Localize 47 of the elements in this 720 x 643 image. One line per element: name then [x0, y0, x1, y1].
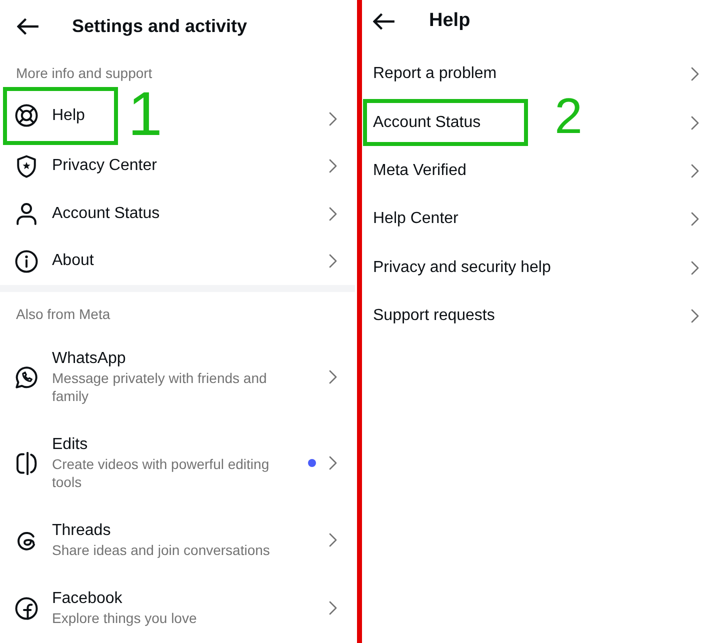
- menu-label[interactable]: Privacy and security help: [373, 258, 551, 278]
- section-heading: More info and support: [15, 64, 154, 83]
- menu-label[interactable]: Threads: [52, 521, 270, 541]
- shield-star-icon: [15, 154, 38, 178]
- menu-label[interactable]: Meta Verified: [373, 160, 466, 181]
- chevron-right-icon: [329, 254, 337, 268]
- back-arrow-icon[interactable]: [373, 12, 395, 30]
- menu-label[interactable]: Account Status: [373, 112, 481, 133]
- back-arrow-icon[interactable]: [17, 18, 39, 34]
- phone-bubble-icon: [15, 366, 38, 388]
- callout-number: 1: [128, 84, 162, 146]
- chevron-right-icon: [691, 116, 699, 130]
- menu-description: Explore things you love: [52, 609, 197, 627]
- chevron-right-icon: [329, 206, 337, 221]
- chevron-right-icon: [691, 212, 699, 226]
- menu-label[interactable]: Edits: [52, 435, 292, 455]
- menu-description: Share ideas and join conversations: [52, 541, 270, 559]
- page-title: Settings and activity: [72, 15, 248, 38]
- menu-description: Message privately with friends and family: [52, 369, 268, 405]
- info-icon: [15, 250, 38, 273]
- chevron-right-icon: [691, 309, 699, 324]
- chevron-right-icon: [329, 112, 337, 126]
- chevron-right-icon: [691, 164, 699, 178]
- menu-label[interactable]: About: [52, 251, 94, 272]
- menu-label[interactable]: Report a problem: [373, 64, 497, 84]
- section-heading: Also from Meta: [15, 305, 112, 324]
- split-frame-icon: [15, 452, 38, 474]
- person-icon: [15, 202, 38, 226]
- menu-label[interactable]: Help Center: [373, 209, 458, 230]
- menu-label[interactable]: Account Status: [52, 204, 160, 224]
- menu-label[interactable]: Support requests: [373, 306, 495, 326]
- menu-label[interactable]: Facebook: [52, 589, 197, 609]
- menu-label[interactable]: Help: [52, 106, 85, 126]
- callout-number: 2: [554, 90, 582, 141]
- chevron-right-icon: [329, 533, 337, 547]
- chevron-right-icon: [329, 159, 337, 174]
- menu-description: Create videos with powerful editing tools: [52, 455, 270, 491]
- chevron-right-icon: [691, 67, 699, 82]
- chevron-right-icon: [691, 260, 699, 275]
- menu-label[interactable]: WhatsApp: [52, 349, 292, 369]
- page-title: Help: [429, 9, 470, 33]
- chevron-right-icon: [329, 601, 337, 615]
- menu-label[interactable]: Privacy Center: [52, 156, 157, 176]
- chevron-right-icon: [329, 456, 337, 470]
- letter-f-circle-icon: [15, 596, 38, 620]
- lifebuoy-icon: [15, 104, 38, 128]
- chevron-right-icon: [329, 370, 337, 384]
